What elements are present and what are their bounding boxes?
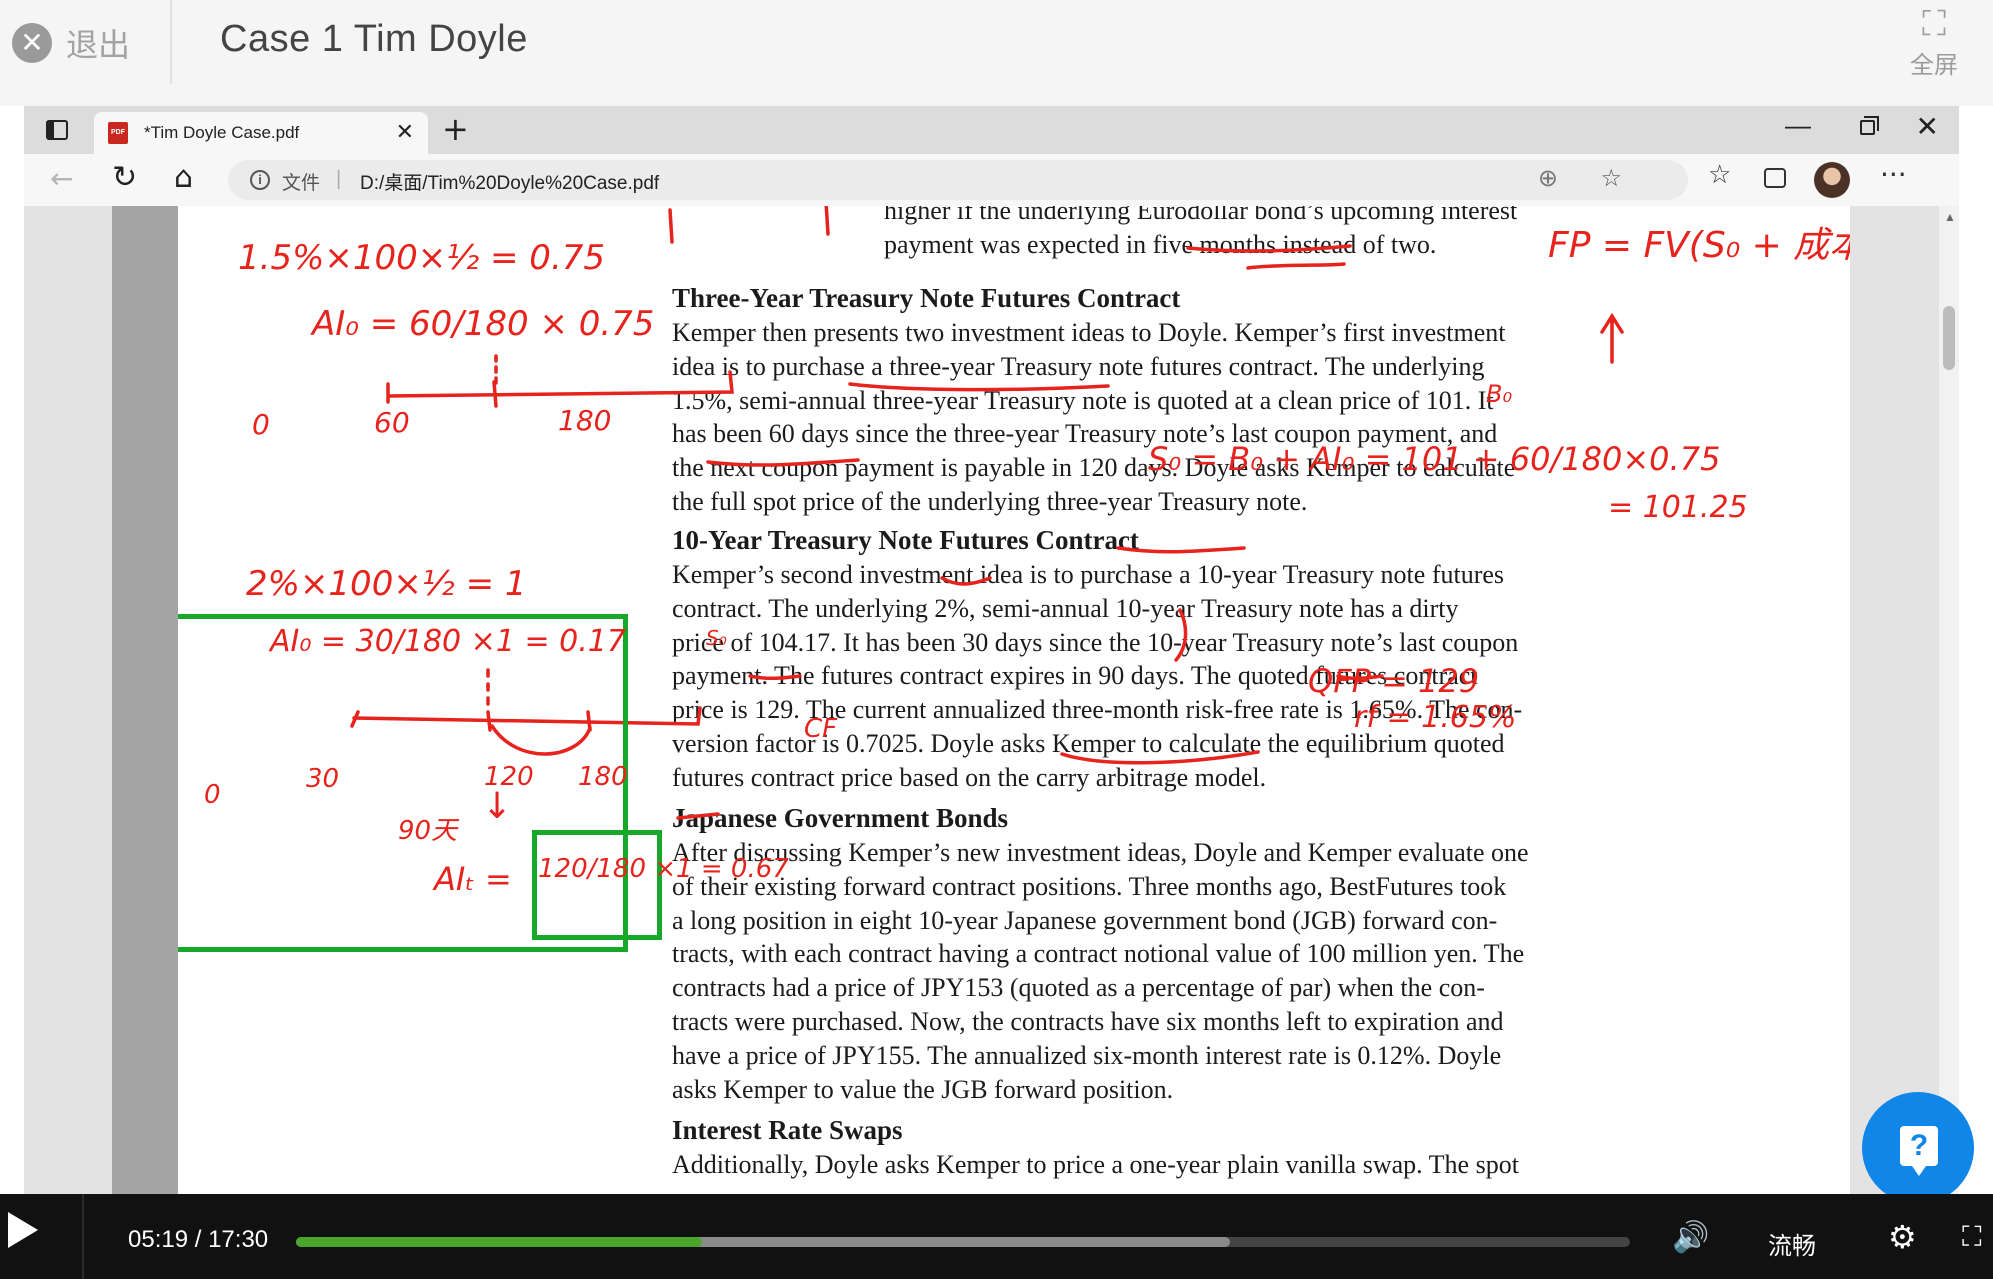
progress-bar[interactable] (296, 1237, 1630, 1247)
url-field[interactable]: i 文件 | D:/桌面/Tim%20Doyle%20Case.pdf ⊕ ☆ (228, 160, 1688, 200)
ink-timeline (386, 370, 734, 404)
window-close-icon[interactable]: ✕ (1916, 110, 1939, 143)
ink-underline (848, 382, 1110, 392)
collections-icon[interactable] (1764, 168, 1786, 188)
time-display: 05:19 / 17:30 (128, 1226, 268, 1254)
browser-window: PDF *Tim Doyle Case.pdf ✕ + — ✕ ← ↻ ⌂ i … (24, 106, 1959, 1194)
ink-tl1-180: 180 (558, 404, 612, 437)
ink-fraction (676, 812, 720, 820)
zoom-icon[interactable]: ⊕ (1538, 164, 1558, 192)
pdf-scrollbar[interactable]: ▲ (1939, 206, 1959, 1194)
ink-underline (1186, 244, 1352, 253)
ink-ai0: AI₀ = 60/180 × 0.75 (312, 304, 655, 344)
url-scheme-label: 文件 (282, 173, 321, 194)
favorites-icon[interactable]: ☆ (1708, 160, 1731, 190)
ink-qfp: QFP = 129 (1308, 662, 1480, 700)
url-text[interactable]: D:/桌面/Tim%20Doyle%20Case.pdf (360, 168, 659, 195)
tab-close-icon[interactable]: ✕ (396, 120, 414, 145)
fullscreen-icon: ⛶ (1922, 4, 1946, 44)
back-arrow-icon[interactable]: ← (50, 162, 73, 195)
ink-ait-value: 120/180 ×1 = 0.67 (538, 854, 789, 884)
ink-tl1-0: 0 (252, 408, 270, 441)
quality-selector[interactable]: 流畅 (1768, 1226, 1816, 1261)
ink-underline (748, 674, 802, 681)
url-separator: | (336, 168, 342, 190)
tab-title: *Tim Doyle Case.pdf (144, 123, 300, 142)
ink-green-box-inner (532, 830, 662, 940)
ink-s0-result: = 101.25 (1608, 490, 1748, 525)
fullscreen-button[interactable]: ⛶ 全屏 (1899, 4, 1969, 80)
settings-gear-icon[interactable]: ⚙ (1888, 1218, 1917, 1256)
ink-ai2-calc: 2%×100×½ = 1 (246, 564, 527, 604)
ink-fp-formula: FP = FV(S₀ + 成本 - 收益) (1548, 225, 1850, 266)
ink-underline (1060, 750, 1260, 765)
ink-tl2-180: 180 (578, 762, 628, 792)
address-bar: ← ↻ ⌂ i 文件 | D:/桌面/Tim%20Doyle%20Case.pd… (24, 154, 1959, 206)
ink-mark (824, 206, 830, 236)
pdf-viewer: higher if the underlying Eurodollar bond… (24, 206, 1959, 1194)
lesson-header: ✕ 退出 Case 1 Tim Doyle ⛶ 全屏 (0, 0, 1993, 106)
total-time: 17:30 (208, 1226, 269, 1253)
ink-ai0-b: AI₀ = 30/180 ×1 = 0.17 (270, 624, 626, 659)
progress-played (296, 1237, 702, 1247)
ink-ai-calc: 1.5%×100×½ = 0.75 (238, 238, 606, 278)
close-icon: ✕ (12, 23, 52, 63)
video-controls: 05:19 / 17:30 🔊 流畅 ⚙ ⛶ (0, 1194, 1993, 1279)
volume-icon[interactable]: 🔊 (1672, 1220, 1709, 1255)
ink-underline (706, 458, 860, 467)
ink-tl1-60: 60 (374, 406, 410, 439)
fullscreen-label: 全屏 (1910, 51, 1958, 79)
tab-actions-icon[interactable] (46, 120, 68, 140)
restore-icon[interactable] (1860, 116, 1879, 135)
header-divider (170, 0, 172, 84)
ink-b0-mark: B₀ (1486, 380, 1513, 408)
ink-tl2-30: 30 (306, 764, 340, 794)
ink-underline (1246, 262, 1346, 270)
page-title: Case 1 Tim Doyle (220, 18, 528, 60)
minimize-icon[interactable]: — (1785, 110, 1811, 141)
play-icon[interactable] (8, 1212, 38, 1248)
ink-days90: 90天 (398, 816, 458, 846)
ink-mark (668, 208, 674, 244)
pdf-file-icon: PDF (108, 122, 128, 144)
exit-button[interactable]: ✕ 退出 (12, 20, 130, 66)
ink-rf: rf = 1.65% (1354, 700, 1517, 735)
refresh-icon[interactable]: ↻ (112, 160, 137, 195)
more-icon[interactable]: ··· (1880, 158, 1907, 191)
ink-arrow-down: ↓ (482, 786, 513, 827)
question-icon: ? (1900, 1126, 1938, 1176)
ink-underline (940, 576, 992, 586)
ink-tl2-0: 0 (204, 780, 221, 810)
player-divider (82, 1194, 84, 1279)
ink-s0-mark: S₀ (706, 626, 727, 650)
ink-bracket (1174, 608, 1188, 662)
avatar[interactable] (1814, 162, 1850, 198)
help-button[interactable]: ? (1862, 1092, 1974, 1204)
ink-ait-label: AIₜ = (434, 860, 512, 898)
ink-s0-formula: S₀ = B₀ + AI₀ = 101 + 60/180×0.75 (1148, 440, 1721, 478)
tab-strip: PDF *Tim Doyle Case.pdf ✕ + — ✕ (24, 106, 1959, 154)
ink-underline (1116, 546, 1246, 554)
viewer-margin (112, 206, 178, 1194)
ink-cf-mark: CF (804, 714, 838, 744)
scroll-up-icon[interactable]: ▲ (1944, 210, 1956, 224)
add-favorite-icon[interactable]: ☆ (1600, 164, 1622, 192)
ink-arrow (1600, 312, 1624, 364)
tab-pdf[interactable]: PDF *Tim Doyle Case.pdf ✕ (94, 112, 428, 154)
time-separator: / (188, 1226, 209, 1253)
exit-label: 退出 (66, 27, 131, 63)
ink-tick (492, 380, 498, 408)
fullscreen-player-icon[interactable]: ⛶ (1962, 1220, 1982, 1254)
home-icon[interactable]: ⌂ (174, 160, 193, 195)
new-tab-icon[interactable]: + (442, 110, 469, 148)
info-icon[interactable]: i (250, 170, 270, 190)
current-time: 05:19 (128, 1226, 189, 1253)
pdf-page: higher if the underlying Eurodollar bond… (178, 206, 1850, 1194)
scroll-thumb[interactable] (1943, 306, 1955, 370)
